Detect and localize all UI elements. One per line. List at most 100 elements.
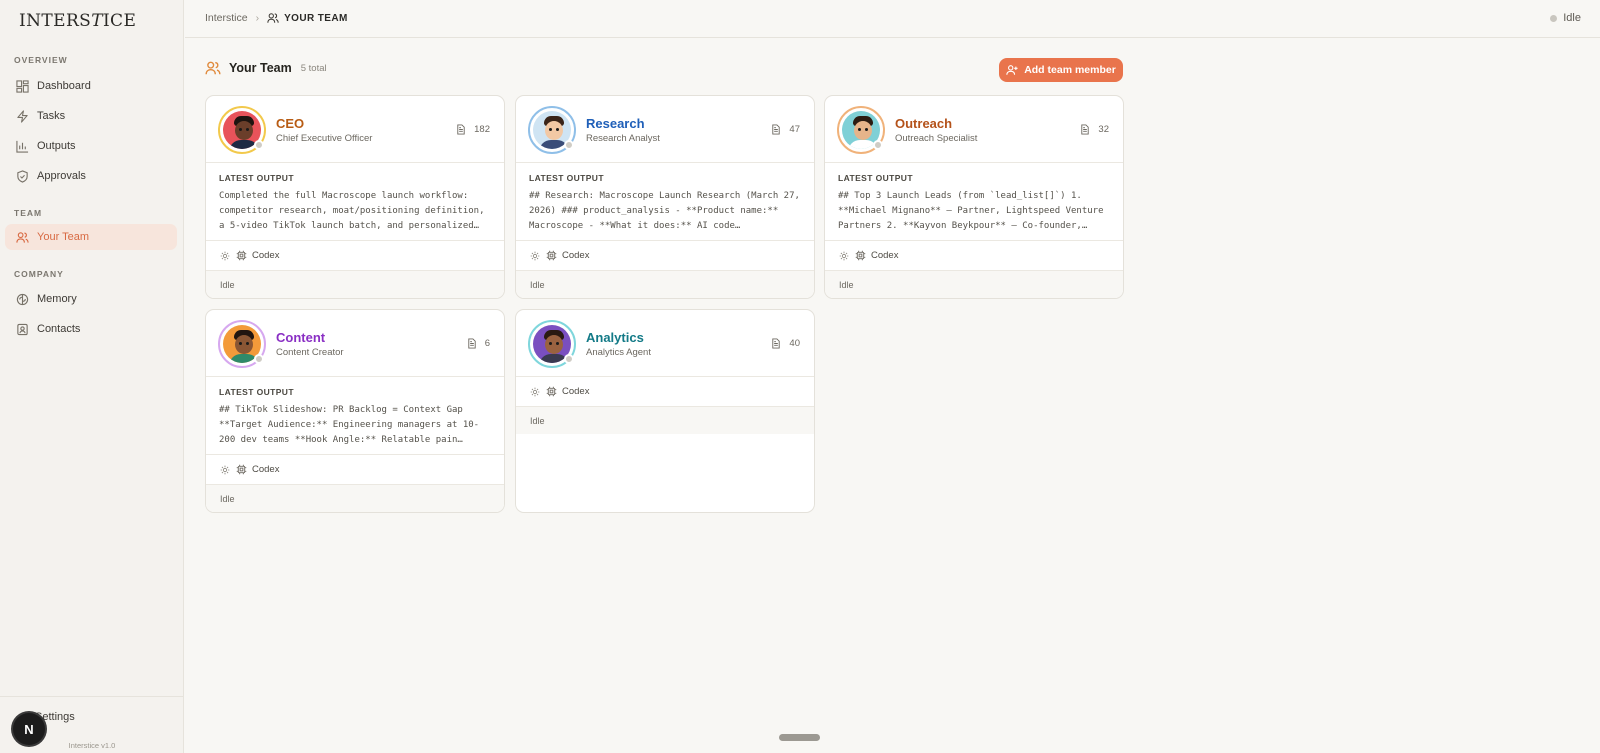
cpu-chip-icon bbox=[546, 250, 557, 261]
settings-gear-icon[interactable] bbox=[839, 251, 849, 261]
output-count: 47 bbox=[771, 124, 800, 135]
agent-name[interactable]: Content bbox=[276, 330, 325, 345]
sidebar-item-label: Your Team bbox=[37, 231, 89, 243]
output-count-value: 40 bbox=[789, 338, 800, 349]
agent-avatar[interactable] bbox=[837, 106, 885, 154]
document-icon bbox=[467, 338, 481, 349]
sidebar-item-dashboard[interactable]: Dashboard bbox=[5, 73, 177, 99]
latest-output[interactable]: LATEST OUTPUT ## TikTok Slideshow: PR Ba… bbox=[206, 377, 504, 455]
dev-tools-badge[interactable]: N bbox=[13, 713, 45, 745]
cpu-chip-icon bbox=[236, 464, 247, 475]
latest-output[interactable]: LATEST OUTPUT ## Research: Macroscope La… bbox=[516, 163, 814, 241]
latest-output-label: LATEST OUTPUT bbox=[219, 387, 294, 397]
shield-check-icon bbox=[15, 169, 29, 183]
agent-status: Idle bbox=[516, 407, 814, 434]
agent-avatar[interactable] bbox=[218, 320, 266, 368]
dashboard-icon bbox=[15, 79, 29, 93]
output-count-value: 32 bbox=[1098, 124, 1109, 135]
document-icon bbox=[771, 124, 785, 135]
agent-card-outreach[interactable]: Outreach Outreach Specialist 32 LATEST O… bbox=[824, 95, 1124, 299]
scroll-indicator[interactable] bbox=[779, 734, 820, 741]
chevron-right-icon: › bbox=[255, 12, 260, 24]
runtime-row: Codex bbox=[516, 241, 814, 271]
agent-avatar[interactable] bbox=[218, 106, 266, 154]
agent-avatar[interactable] bbox=[528, 106, 576, 154]
contact-card-icon bbox=[15, 322, 29, 336]
breadcrumb: Interstice › YOUR TEAM bbox=[205, 12, 348, 24]
sidebar-item-outputs[interactable]: Outputs bbox=[5, 133, 177, 159]
agent-name[interactable]: Analytics bbox=[586, 330, 644, 345]
add-team-member-label: Add team member bbox=[1024, 64, 1116, 76]
settings-gear-icon[interactable] bbox=[530, 251, 540, 261]
agent-name[interactable]: Research bbox=[586, 116, 645, 131]
output-count: 182 bbox=[456, 124, 490, 135]
users-icon bbox=[267, 13, 279, 23]
runtime-label: Codex bbox=[871, 250, 899, 261]
latest-output-text: ## Top 3 Launch Leads (from `lead_list[]… bbox=[838, 191, 1104, 231]
users-icon bbox=[205, 61, 221, 75]
top-bar: Interstice › YOUR TEAM Idle bbox=[185, 0, 1600, 38]
runtime-row: Codex bbox=[516, 377, 814, 407]
brain-icon bbox=[15, 292, 29, 306]
latest-output-label: LATEST OUTPUT bbox=[219, 173, 294, 183]
status-dot-icon bbox=[1550, 14, 1558, 22]
settings-gear-icon[interactable] bbox=[530, 387, 540, 397]
settings-gear-icon[interactable] bbox=[220, 465, 230, 475]
app-logo[interactable]: INTERSTICE bbox=[19, 11, 136, 31]
global-status: Idle bbox=[1550, 12, 1581, 24]
sidebar-item-tasks[interactable]: Tasks bbox=[5, 103, 177, 129]
agent-status: Idle bbox=[825, 271, 1123, 298]
output-count-value: 6 bbox=[484, 338, 490, 349]
agent-card-ceo[interactable]: CEO Chief Executive Officer 182 LATEST O… bbox=[205, 95, 505, 299]
runtime-label: Codex bbox=[252, 250, 280, 261]
cpu-chip-icon bbox=[546, 386, 557, 397]
runtime-row: Codex bbox=[206, 455, 504, 485]
document-icon bbox=[771, 338, 785, 349]
agent-name[interactable]: Outreach bbox=[895, 116, 952, 131]
latest-output-label: LATEST OUTPUT bbox=[838, 173, 913, 183]
sidebar: INTERSTICE OVERVIEW Dashboard Tasks Outp… bbox=[0, 0, 184, 753]
presence-dot bbox=[873, 140, 883, 150]
latest-output-text: ## Research: Macroscope Launch Research … bbox=[529, 191, 800, 231]
add-team-member-button[interactable]: Add team member bbox=[999, 58, 1123, 82]
agent-role: Chief Executive Officer bbox=[276, 133, 373, 144]
lightning-icon bbox=[15, 109, 29, 123]
agent-card-research[interactable]: Research Research Analyst 47 LATEST OUTP… bbox=[515, 95, 815, 299]
latest-output-label: LATEST OUTPUT bbox=[529, 173, 604, 183]
status-label: Idle bbox=[1563, 12, 1581, 24]
output-count-value: 47 bbox=[789, 124, 800, 135]
agent-card-analytics[interactable]: Analytics Analytics Agent 40 Codex Idle bbox=[515, 309, 815, 513]
output-count: 32 bbox=[1080, 124, 1109, 135]
sidebar-item-label: Approvals bbox=[37, 170, 86, 182]
cpu-chip-icon bbox=[855, 250, 866, 261]
sidebar-item-approvals[interactable]: Approvals bbox=[5, 163, 177, 189]
user-plus-icon bbox=[1006, 65, 1018, 75]
latest-output[interactable]: LATEST OUTPUT Completed the full Macrosc… bbox=[206, 163, 504, 241]
latest-output-text: Completed the full Macroscope launch wor… bbox=[219, 191, 485, 231]
settings-gear-icon[interactable] bbox=[220, 251, 230, 261]
agent-name[interactable]: CEO bbox=[276, 116, 304, 131]
sidebar-item-contacts[interactable]: Contacts bbox=[5, 316, 177, 342]
sidebar-item-memory[interactable]: Memory bbox=[5, 286, 177, 312]
agent-card-header: Analytics Analytics Agent 40 bbox=[516, 310, 814, 377]
sidebar-item-label: Dashboard bbox=[37, 80, 91, 92]
agent-card-header: Content Content Creator 6 bbox=[206, 310, 504, 377]
breadcrumb-current-label: YOUR TEAM bbox=[284, 12, 348, 24]
presence-dot bbox=[254, 354, 264, 364]
section-team: TEAM bbox=[14, 208, 43, 218]
runtime-label: Codex bbox=[562, 386, 590, 397]
agent-status: Idle bbox=[206, 271, 504, 298]
agent-avatar[interactable] bbox=[528, 320, 576, 368]
breadcrumb-current: YOUR TEAM bbox=[267, 12, 348, 24]
agent-card-content[interactable]: Content Content Creator 6 LATEST OUTPUT … bbox=[205, 309, 505, 513]
agent-card-header: Outreach Outreach Specialist 32 bbox=[825, 96, 1123, 163]
agent-card-header: Research Research Analyst 47 bbox=[516, 96, 814, 163]
breadcrumb-root[interactable]: Interstice bbox=[205, 12, 248, 24]
latest-output[interactable]: LATEST OUTPUT ## Top 3 Launch Leads (fro… bbox=[825, 163, 1123, 241]
runtime-label: Codex bbox=[252, 464, 280, 475]
latest-output-text: ## TikTok Slideshow: PR Backlog = Contex… bbox=[219, 405, 480, 445]
presence-dot bbox=[564, 140, 574, 150]
agent-status: Idle bbox=[516, 271, 814, 298]
team-count: 5 total bbox=[300, 62, 327, 74]
sidebar-item-your-team[interactable]: Your Team bbox=[5, 224, 177, 250]
